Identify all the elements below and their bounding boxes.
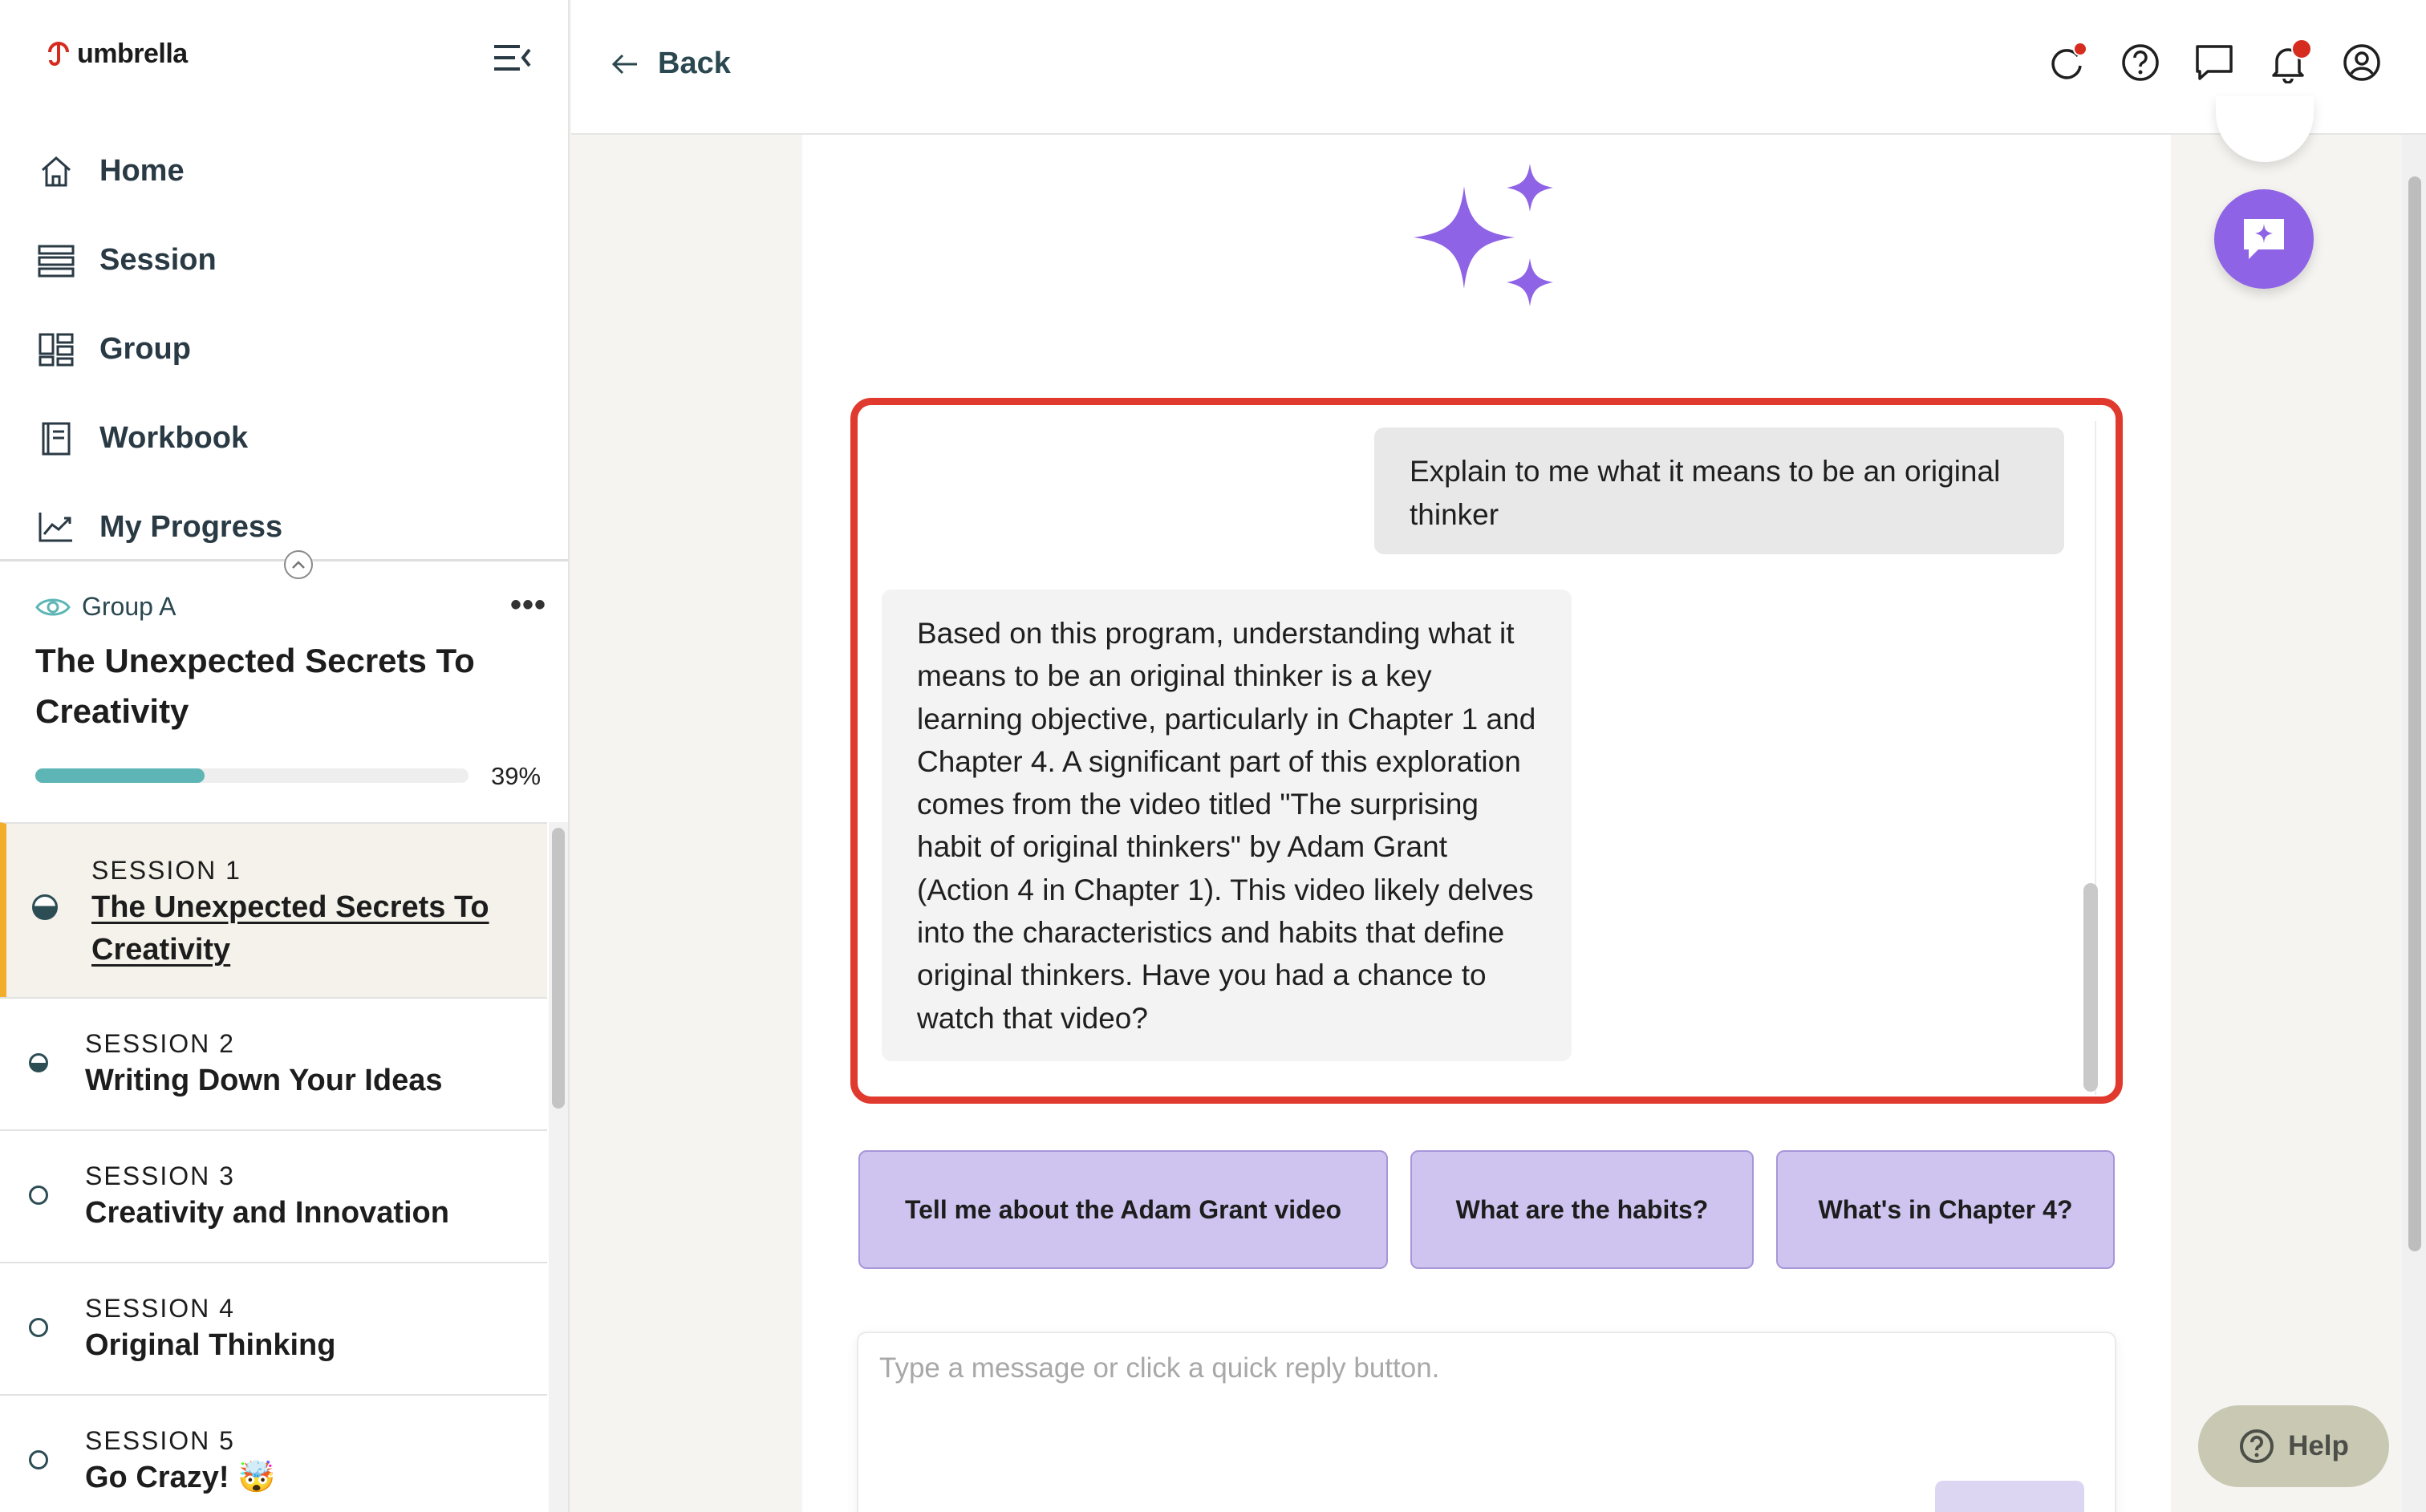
session-status-todo-icon xyxy=(29,1186,48,1205)
message-composer xyxy=(858,1333,2115,1512)
session-title: Original Thinking xyxy=(85,1328,336,1362)
back-button[interactable]: Back xyxy=(611,47,731,81)
chat-scrollbar-thumb[interactable] xyxy=(2083,883,2098,1092)
ai-sparkles-icon xyxy=(1414,164,1553,306)
session-list: SESSION 1 The Unexpected Secrets To Crea… xyxy=(0,822,547,1512)
chat-bubble-icon xyxy=(2196,45,2233,80)
course-progress-fill xyxy=(35,768,205,783)
sync-notification-dot xyxy=(2073,42,2087,56)
session-title: Go Crazy! 🤯 xyxy=(85,1461,276,1494)
arrow-left-icon xyxy=(611,54,637,74)
collapse-sidebar-button[interactable] xyxy=(491,40,533,75)
sync-button[interactable] xyxy=(2046,42,2087,83)
session-status-todo-icon xyxy=(29,1450,48,1469)
session-item-1[interactable]: SESSION 1 The Unexpected Secrets To Crea… xyxy=(0,822,547,997)
session-item-3[interactable]: SESSION 3 Creativity and Innovation xyxy=(0,1129,547,1262)
nav-item-session[interactable]: Session xyxy=(35,216,282,305)
quick-reply-button[interactable]: What are the habits? xyxy=(1410,1150,1754,1269)
quick-reply-button[interactable]: Tell me about the Adam Grant video xyxy=(858,1150,1388,1269)
session-status-partial-icon xyxy=(32,894,58,920)
progress-chart-icon xyxy=(35,507,77,549)
back-label: Back xyxy=(658,47,731,80)
session-title: Creativity and Innovation xyxy=(85,1196,449,1230)
chevron-up-icon xyxy=(292,561,305,569)
page-scrollbar-thumb[interactable] xyxy=(2408,176,2421,1251)
session-item-5[interactable]: SESSION 5 Go Crazy! 🤯 xyxy=(0,1394,547,1512)
question-circle-icon xyxy=(2122,44,2159,81)
nav-label: My Progress xyxy=(99,510,283,544)
nav-label: Home xyxy=(99,154,185,188)
session-number: SESSION 1 xyxy=(91,856,241,885)
course-progress-label: 39% xyxy=(491,762,542,790)
session-number: SESSION 4 xyxy=(85,1294,235,1323)
course-progress-bar xyxy=(35,768,469,783)
sidebar: umbrella Home Session Group Workbook My … xyxy=(0,0,570,1512)
collapse-nav-toggle[interactable] xyxy=(284,550,313,579)
collapse-menu-icon xyxy=(494,45,531,71)
question-circle-icon xyxy=(2240,1429,2274,1463)
nav-item-home[interactable]: Home xyxy=(35,127,282,216)
floating-action-button-secondary[interactable] xyxy=(2216,96,2314,162)
brand-logo[interactable]: umbrella xyxy=(47,39,188,70)
message-input[interactable] xyxy=(879,1352,2083,1449)
profile-button[interactable] xyxy=(2341,42,2383,83)
nav-item-group[interactable]: Group xyxy=(35,305,282,394)
umbrella-logo-icon xyxy=(48,41,69,66)
brand-name: umbrella xyxy=(77,39,188,69)
user-avatar-icon xyxy=(2343,44,2380,81)
session-title[interactable]: The Unexpected Secrets To Creativity xyxy=(91,886,525,971)
nav-label: Workbook xyxy=(99,421,249,455)
notification-dot xyxy=(2291,39,2312,59)
session-list-icon xyxy=(35,240,77,282)
quick-reply-button[interactable]: What's in Chapter 4? xyxy=(1776,1150,2115,1269)
main-nav: Home Session Group Workbook My Progress xyxy=(35,127,282,572)
session-item-2[interactable]: SESSION 2 Writing Down Your Ideas xyxy=(0,997,547,1129)
top-bar: Back xyxy=(571,0,2426,135)
help-button[interactable]: Help xyxy=(2198,1405,2389,1487)
course-title: The Unexpected Secrets To Creativity xyxy=(35,642,475,730)
send-button[interactable] xyxy=(1935,1481,2084,1512)
session-status-started-icon xyxy=(29,1053,48,1072)
session-item-4[interactable]: SESSION 4 Original Thinking xyxy=(0,1262,547,1394)
sidebar-scrollbar-thumb[interactable] xyxy=(552,828,565,1109)
session-number: SESSION 5 xyxy=(85,1426,235,1455)
more-options-icon[interactable]: ••• xyxy=(510,589,546,621)
nav-label: Group xyxy=(99,332,191,366)
chat-transcript[interactable]: Explain to me what it means to be an ori… xyxy=(850,398,2123,1104)
help-center-button[interactable] xyxy=(2120,42,2161,83)
messages-button[interactable] xyxy=(2193,42,2235,83)
session-title: Writing Down Your Ideas xyxy=(85,1064,443,1097)
group-header: Group A xyxy=(35,592,176,622)
help-label: Help xyxy=(2288,1430,2349,1461)
assistant-message: Based on this program, understanding wha… xyxy=(882,590,1572,1061)
top-actions xyxy=(2046,39,2383,84)
session-number: SESSION 2 xyxy=(85,1029,235,1058)
notifications-button[interactable] xyxy=(2267,39,2312,84)
chat-sparkle-icon xyxy=(2244,219,2284,259)
eye-icon xyxy=(35,598,71,615)
ai-chat-button[interactable] xyxy=(2214,189,2314,289)
group-icon xyxy=(35,329,77,371)
group-label: Group A xyxy=(82,592,176,621)
user-message: Explain to me what it means to be an ori… xyxy=(1374,428,2064,554)
session-number: SESSION 3 xyxy=(85,1161,235,1190)
nav-item-workbook[interactable]: Workbook xyxy=(35,394,282,483)
home-icon xyxy=(35,151,77,193)
workbook-icon xyxy=(35,418,77,460)
nav-label: Session xyxy=(99,243,217,277)
session-status-todo-icon xyxy=(29,1318,48,1337)
